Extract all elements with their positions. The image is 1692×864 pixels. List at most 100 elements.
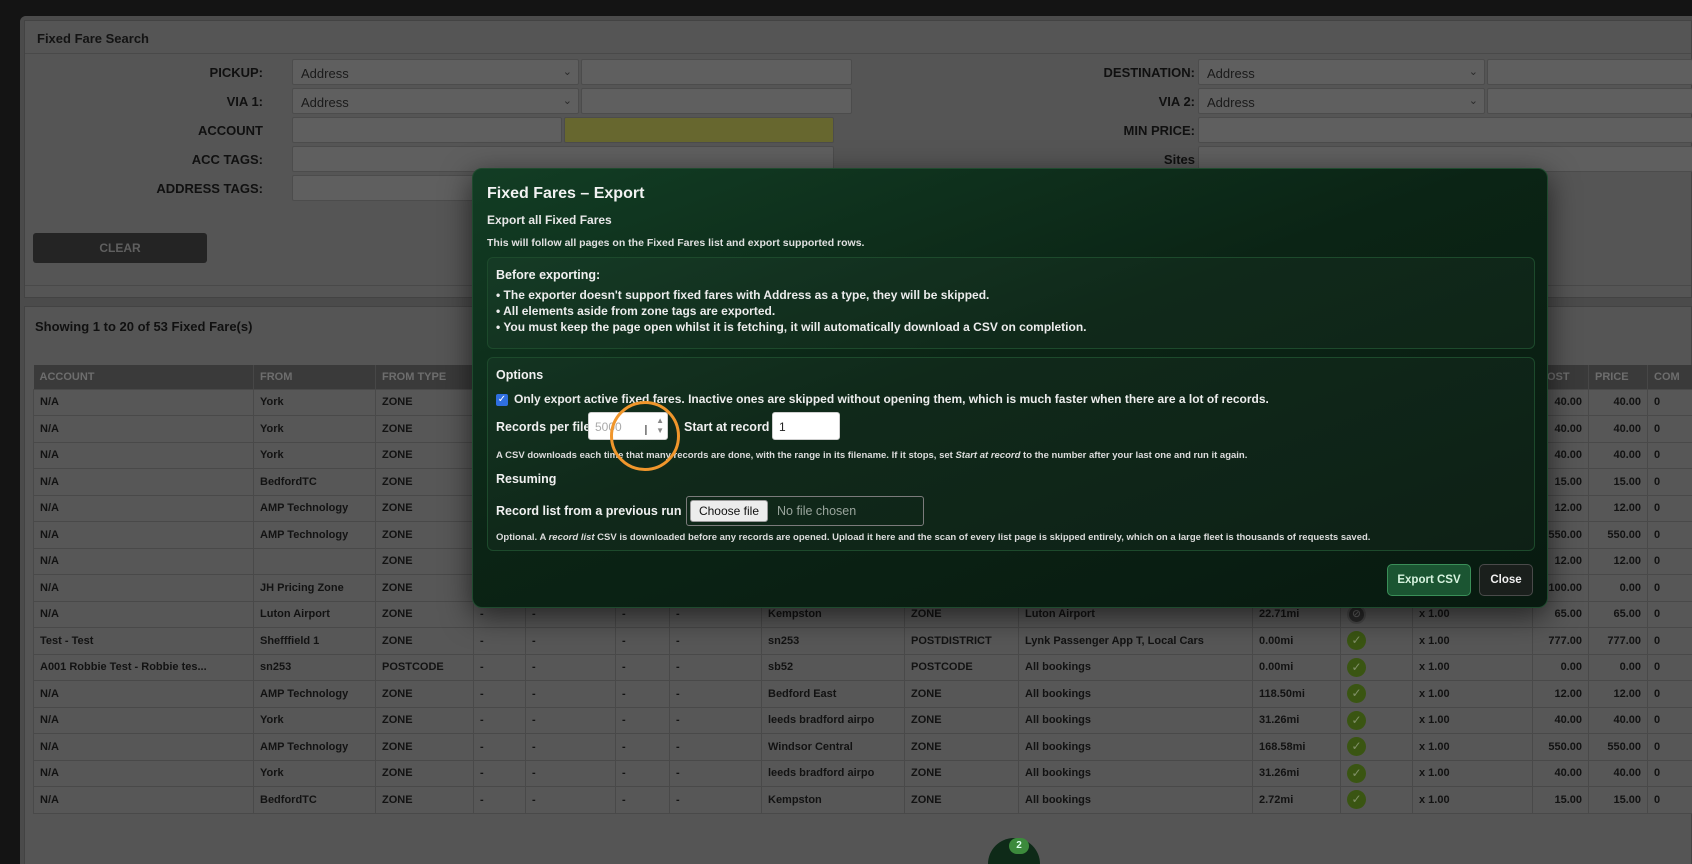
only-active-label[interactable]: Only export active fixed fares. Inactive… xyxy=(514,392,1269,406)
pickup-select[interactable]: Address ⌄ xyxy=(292,59,579,85)
table-cell: 40.00 xyxy=(1532,706,1589,734)
table-cell: All bookings xyxy=(1018,759,1253,787)
check-circle-icon: ✓ xyxy=(1347,684,1366,704)
via1-address-input[interactable] xyxy=(581,88,852,114)
table-cell: x 1.00 xyxy=(1412,653,1533,681)
via2-select-value: Address xyxy=(1207,95,1255,110)
table-cell: - xyxy=(669,706,762,734)
table-cell: BedfordTC xyxy=(253,786,376,814)
column-header[interactable]: PRICE xyxy=(1588,365,1648,389)
screen-frame: Fixed Fare Search PICKUP: Address ⌄ DEST… xyxy=(0,0,1692,864)
record-list-file-input[interactable]: Choose file No file chosen xyxy=(686,496,924,526)
account-name-input[interactable] xyxy=(564,117,834,143)
options-box: Options ✓ Only export active fixed fares… xyxy=(487,357,1535,551)
pickup-address-input[interactable] xyxy=(581,59,852,85)
column-header[interactable]: FROM xyxy=(253,365,376,389)
table-cell: 777.00 xyxy=(1532,627,1589,655)
table-row[interactable]: Test - Test Shefffield 1 ZONE - - - - sn253 POST… xyxy=(33,627,1692,655)
via1-select[interactable]: Address ⌄ xyxy=(292,88,579,114)
table-row[interactable]: N/A BedfordTC ZONE - - - - Kempston ZONE All book… xyxy=(33,786,1692,814)
table-cell: 0 xyxy=(1647,494,1692,522)
table-cell: - xyxy=(615,680,670,708)
chevron-down-icon: ⌄ xyxy=(1468,95,1478,107)
min-price-label: MIN PRICE: xyxy=(1123,123,1196,138)
status-cell: ✓ xyxy=(1340,653,1413,681)
table-cell: 0 xyxy=(1647,574,1692,602)
table-cell: 0 xyxy=(1647,521,1692,549)
destination-select[interactable]: Address ⌄ xyxy=(1198,59,1485,85)
table-cell: ZONE xyxy=(904,786,1019,814)
column-header[interactable]: COM xyxy=(1647,365,1692,389)
table-cell: - xyxy=(615,733,670,761)
table-cell: AMP Technology xyxy=(253,680,376,708)
table-cell: N/A xyxy=(33,600,254,628)
table-cell: ZONE xyxy=(375,733,474,761)
column-header[interactable]: ACCOUNT xyxy=(33,365,254,389)
choose-file-button[interactable]: Choose file xyxy=(690,500,768,522)
table-cell: 0 xyxy=(1647,786,1692,814)
chevron-down-icon: ⌄ xyxy=(562,95,572,107)
table-cell: - xyxy=(525,653,616,681)
destination-label: DESTINATION: xyxy=(1103,65,1195,80)
table-cell: N/A xyxy=(33,494,254,522)
status-cell: ✓ xyxy=(1340,627,1413,655)
export-csv-button[interactable]: Export CSV xyxy=(1387,564,1471,596)
results-count: Showing 1 to 20 of 53 Fixed Fare(s) xyxy=(35,319,253,334)
text-cursor-icon: I xyxy=(644,424,648,439)
table-row[interactable]: N/A AMP Technology ZONE - - - - Windsor Central… xyxy=(33,733,1692,761)
table-cell: x 1.00 xyxy=(1412,706,1533,734)
destination-address-input[interactable] xyxy=(1487,59,1692,85)
min-price-input[interactable] xyxy=(1198,117,1692,143)
table-cell: - xyxy=(525,627,616,655)
table-cell: 0 xyxy=(1647,706,1692,734)
column-header[interactable]: FROM TYPE xyxy=(375,365,474,389)
table-cell: 40.00 xyxy=(1588,415,1648,443)
spinner-arrows-icon[interactable]: ▲ ▼ xyxy=(656,416,664,436)
table-cell: x 1.00 xyxy=(1412,759,1533,787)
table-cell: Kempston xyxy=(761,786,905,814)
table-cell: - xyxy=(615,759,670,787)
table-cell: - xyxy=(525,706,616,734)
via2-address-input[interactable] xyxy=(1487,88,1692,114)
optional-note-emphasis: record list xyxy=(548,532,595,543)
table-row[interactable]: N/A AMP Technology ZONE - - - - Bedford East ZON… xyxy=(33,680,1692,708)
modal-title: Fixed Fares – Export xyxy=(487,185,645,202)
table-cell: x 1.00 xyxy=(1412,733,1533,761)
table-cell: ZONE xyxy=(904,680,1019,708)
optional-note-text: CSV is downloaded before any records are… xyxy=(594,532,1371,543)
table-cell: x 1.00 xyxy=(1412,627,1533,655)
table-cell: 12.00 xyxy=(1532,680,1589,708)
table-row[interactable]: N/A York ZONE - - - - leeds bradford airpo ZONE A… xyxy=(33,759,1692,787)
table-cell: N/A xyxy=(33,468,254,496)
table-row[interactable]: A001 Robbie Test - Robbie tes... sn253 POS… xyxy=(33,653,1692,681)
table-row[interactable]: N/A York ZONE - - - - leeds bradford airpo ZONE A… xyxy=(33,706,1692,734)
table-cell: leeds bradford airpo xyxy=(761,706,905,734)
account-input[interactable] xyxy=(292,117,562,143)
notification-badge: 2 xyxy=(1009,838,1029,854)
start-at-record-input[interactable]: 1 xyxy=(772,412,840,440)
pickup-select-value: Address xyxy=(301,66,349,81)
table-cell: 12.00 xyxy=(1588,680,1648,708)
table-cell: ZONE xyxy=(375,786,474,814)
table-cell: N/A xyxy=(33,733,254,761)
table-cell: - xyxy=(473,786,526,814)
table-cell: - xyxy=(473,706,526,734)
table-cell: - xyxy=(473,759,526,787)
via2-select[interactable]: Address ⌄ xyxy=(1198,88,1485,114)
only-active-checkbox[interactable]: ✓ xyxy=(496,394,508,406)
table-cell: 0 xyxy=(1647,733,1692,761)
clear-button[interactable]: CLEAR xyxy=(33,233,207,263)
table-cell: - xyxy=(669,759,762,787)
table-cell: 0.00mi xyxy=(1252,653,1341,681)
table-cell: 40.00 xyxy=(1588,759,1648,787)
table-cell: York xyxy=(253,441,376,469)
table-cell: N/A xyxy=(33,521,254,549)
table-cell: 0 xyxy=(1647,600,1692,628)
table-cell: - xyxy=(525,759,616,787)
records-per-file-input[interactable]: 5000 ▲ ▼ xyxy=(588,412,668,440)
table-cell: 2.72mi xyxy=(1252,786,1341,814)
check-circle-icon: ✓ xyxy=(1347,763,1366,783)
table-cell: 15.00 xyxy=(1588,786,1648,814)
table-cell: All bookings xyxy=(1018,786,1253,814)
close-button[interactable]: Close xyxy=(1479,564,1533,596)
